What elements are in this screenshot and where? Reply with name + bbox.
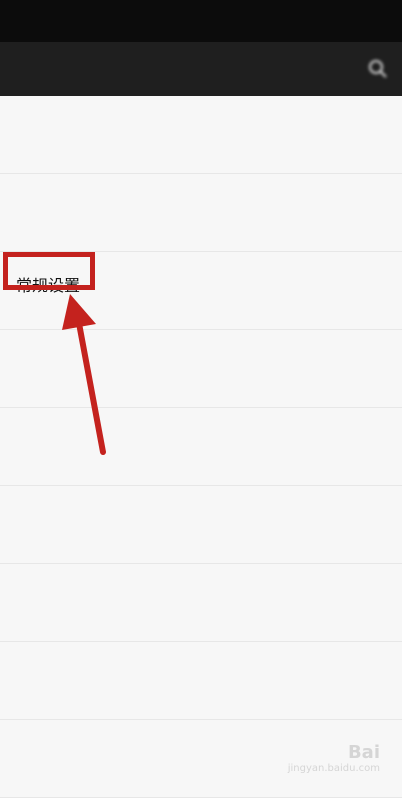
watermark-domain: jingyan.baidu.com — [287, 763, 380, 774]
watermark: Bai jingyan.baidu.com — [288, 742, 380, 774]
annotation-arrow-icon — [62, 294, 106, 455]
watermark-brand: Bai — [347, 742, 380, 763]
